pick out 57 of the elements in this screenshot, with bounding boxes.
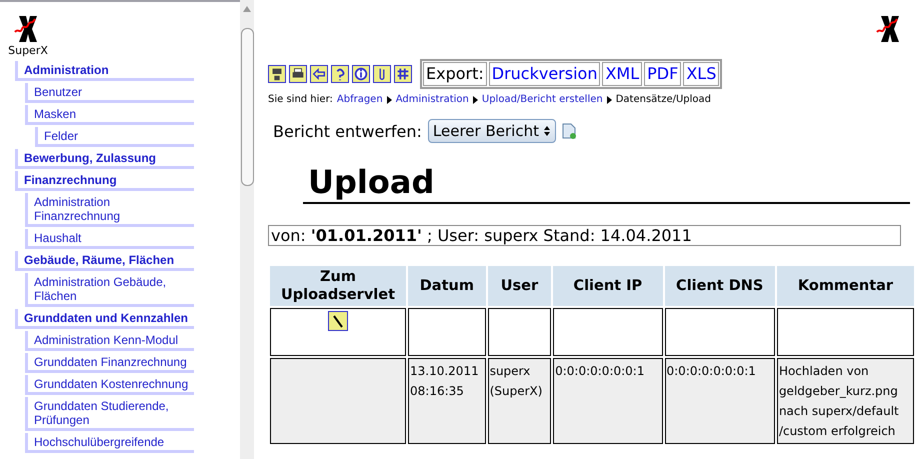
nav-link[interactable]: Bewerbung, Zulassung [15,149,194,169]
table-cell: 0:0:0:0:0:0:0:1 [664,358,775,444]
breadcrumb-link[interactable]: Abfragen [336,94,383,105]
nav-link[interactable]: Administration Finanzrechnung [25,193,194,227]
paperclip-icon[interactable] [373,65,391,83]
report-select[interactable]: Leerer Bericht [428,119,556,143]
table-cell [488,308,552,356]
triangle-icon [472,96,478,104]
scrollbar[interactable] [240,0,254,459]
export-link[interactable]: Druckversion [488,62,600,86]
nav-link[interactable]: Felder [35,127,194,147]
nav-link[interactable]: Haushalt [25,229,194,249]
column-header: Datum [408,266,486,306]
nav-link[interactable]: Administration Kenn-Modul [25,331,194,351]
export-link[interactable]: PDF [644,62,682,86]
page-title: Upload [303,162,910,204]
table-cell: Hochladen von geldgeber_kurz.png nach superx/default /custom erfolgreich [776,358,914,444]
export-link[interactable]: XML [602,62,642,86]
column-header: Kommentar [776,266,914,306]
column-header: Zum Uploadservlet [270,266,406,306]
nav-link[interactable]: Administration [15,61,194,81]
triangle-icon [606,96,612,104]
breadcrumb-link[interactable]: Administration [396,94,469,105]
wand-icon[interactable] [328,311,348,331]
save-icon[interactable] [268,65,286,83]
dropdown-arrows-icon [542,125,551,137]
column-header: Client DNS [664,266,775,306]
export-label: Export: [423,62,487,86]
nav-link[interactable]: Grunddaten Studierende, Prüfungen [25,397,194,431]
parameter-summary: von: '01.01.2011' ; User: superx Stand: 14.04.2011 [268,225,901,246]
report-label: Bericht entwerfen: [273,122,422,140]
nav-link[interactable]: Gebäude, Räume, Flächen [15,251,194,271]
breadcrumb-link[interactable]: Upload/Bericht erstellen [482,94,603,105]
breadcrumb-label: Sie sind hier: [268,94,333,105]
table-cell: 0:0:0:0:0:0:0:1 [553,358,662,444]
nav-link[interactable]: Grunddaten Kostenrechnung [25,375,194,395]
nav-link[interactable]: Masken [25,105,194,125]
help-icon[interactable] [331,65,349,83]
back-icon[interactable] [310,65,328,83]
info-icon[interactable] [352,65,370,83]
print-icon[interactable] [289,65,307,83]
export-link[interactable]: XLS [683,62,720,86]
nav-link[interactable]: Hochschulübergreifende [25,433,194,453]
nav-link[interactable]: Finanzrechnung [15,171,194,191]
breadcrumb-current: Datensätze/Upload [616,94,712,105]
logo-caption: SuperX [8,44,48,57]
nav-link[interactable]: Benutzer [25,83,194,103]
new-document-icon[interactable] [562,123,576,139]
table-cell: 13.10.2011 08:16:35 [408,358,486,444]
triangle-icon [386,96,392,104]
table-cell: superx (SuperX) [488,358,552,444]
column-header: User [488,266,552,306]
grid-icon[interactable] [394,65,412,83]
nav-link[interactable]: Grunddaten Finanzrechnung [25,353,194,373]
nav-link[interactable]: Grunddaten und Kennzahlen [15,309,194,329]
nav-link[interactable]: Administration Gebäude, Flächen [25,273,194,307]
column-header: Client IP [553,266,662,306]
